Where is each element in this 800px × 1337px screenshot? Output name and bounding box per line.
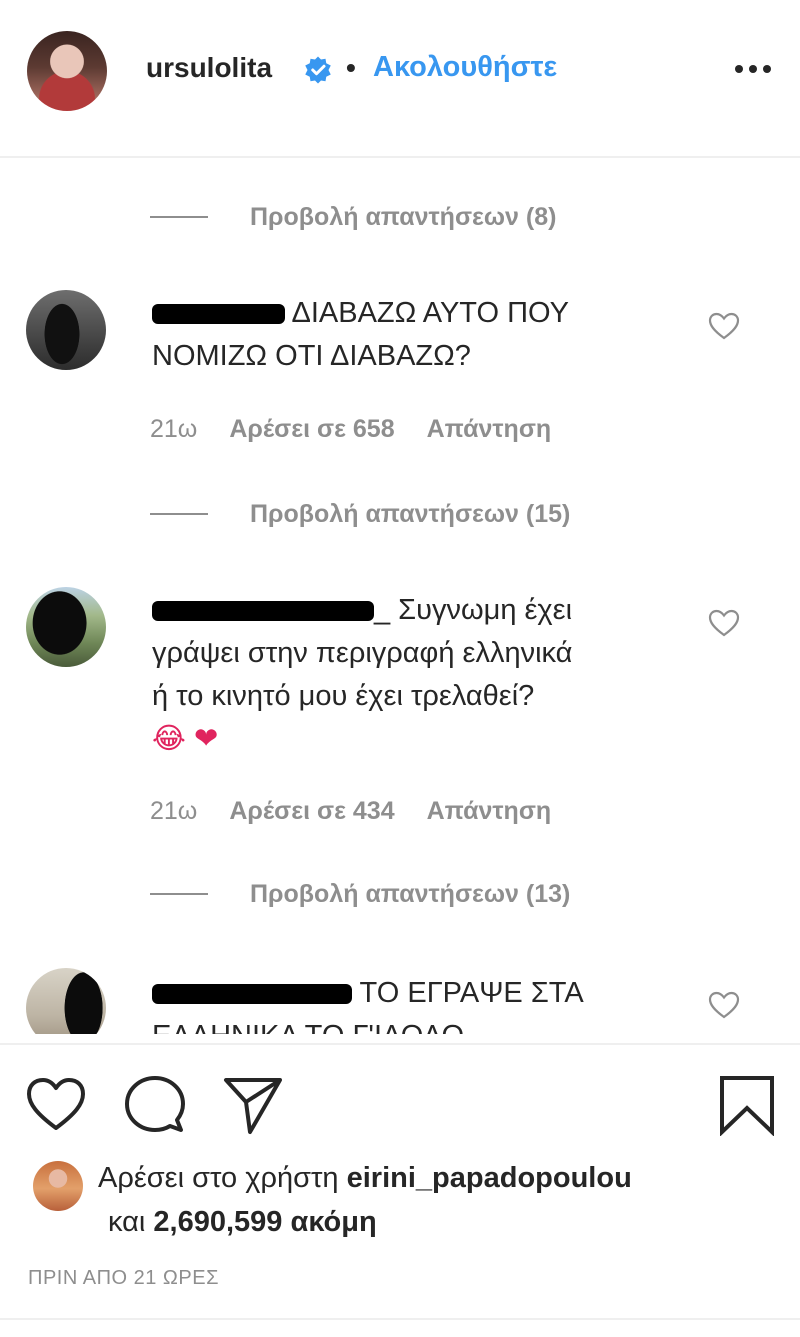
reply-button[interactable]: Απάντηση [427,797,552,826]
comment-text: _ Συγνωμη έχει γράψει στην περιγραφή ελλ… [152,589,672,761]
comment-like-icon[interactable] [707,608,741,638]
comment-meta: 21ω Αρέσει σε 434 Απάντηση [150,797,551,826]
redacted-username [152,984,352,1005]
comment-avatar[interactable] [26,290,106,370]
post-timestamp[interactable]: ΠΡΙΝ ΑΠΟ 21 ΩΡΕΣ [28,1267,219,1290]
reply-button[interactable]: Απάντηση [427,415,552,444]
view-replies-button[interactable]: Προβολή απαντήσεων (13) [150,874,570,914]
comment-likes[interactable]: Αρέσει σε 658 [229,415,394,444]
liked-by-count[interactable]: 2,690,599 [153,1206,282,1238]
liked-by-user[interactable]: eirini_papadopoulou [347,1162,632,1194]
comment-time[interactable]: 21ω [150,797,197,826]
bookmark-icon[interactable] [716,1074,778,1136]
liked-by-avatar[interactable] [33,1161,83,1211]
liked-by-suffix[interactable]: ακόμη [291,1206,377,1238]
liked-by-prefix: Αρέσει στο χρήστη [98,1162,339,1194]
liked-by-line: Αρέσει στο χρήστη eirini_papadopoulou [98,1162,632,1195]
comment-line: ή το κινητό μου έχει τρελαθεί? [152,680,535,712]
comment-like-icon[interactable] [707,311,741,341]
comment-clip: ΤΟ ΕΓΡΑΨΕ ΣΤΑ ΕΛΛΗΝΙΚΑ ΤΟ Γ'ΙΑΟΛΟ [0,950,800,1034]
liked-by-and: και [108,1206,146,1238]
view-replies-label: Προβολή απαντήσεων (15) [250,499,571,528]
more-options-icon[interactable] [733,54,773,84]
share-icon[interactable] [222,1074,284,1136]
separator-dot: • [346,52,356,83]
view-replies-line [150,513,208,515]
comment-avatar[interactable] [26,587,106,667]
comment-likes[interactable]: Αρέσει σε 434 [229,797,394,826]
comment-line: ΕΛΛΗΝΙΚΑ ΤΟ Γ'ΙΑΟΛΟ [152,1020,464,1034]
follow-button[interactable]: Ακολουθήστε [373,51,557,84]
comment-line: γράψει στην περιγραφή ελληνικά [152,637,573,669]
comment-time[interactable]: 21ω [150,415,197,444]
view-replies-line [150,216,208,218]
section-divider [0,1043,800,1045]
comment-emoji: 😂 ❤ [152,723,219,755]
verified-badge-icon [305,56,331,84]
comment-text: ΤΟ ΕΓΡΑΨΕ ΣΤΑ ΕΛΛΗΝΙΚΑ ΤΟ Γ'ΙΑΟΛΟ [152,972,672,1034]
liked-by-count-line: και 2,690,599 ακόμη [108,1206,377,1239]
comment-meta: 21ω Αρέσει σε 658 Απάντηση [150,415,551,444]
bottom-divider [0,1318,800,1320]
author-avatar[interactable] [27,31,107,111]
view-replies-label: Προβολή απαντήσεων (13) [250,879,571,908]
comment-line: ΔΙΑΒΑΖΩ ΑΥΤΟ ΠΟΥ [291,297,570,329]
view-replies-button[interactable]: Προβολή απαντήσεων (8) [150,197,556,237]
comment-line: ΝΟΜΙΖΩ ΟΤΙ ΔΙΑΒΑΖΩ? [152,340,471,372]
comment-avatar[interactable] [26,968,106,1034]
view-replies-line [150,893,208,895]
comment-text: ΔΙΑΒΑΖΩ ΑΥΤΟ ΠΟΥ ΝΟΜΙΖΩ ΟΤΙ ΔΙΑΒΑΖΩ? [152,292,672,378]
author-username[interactable]: ursulolita [146,52,272,84]
redacted-username [152,304,285,325]
comment-line: _ Συγνωμη έχει [374,594,573,626]
comment-line: ΤΟ ΕΓΡΑΨΕ ΣΤΑ [359,977,584,1009]
view-replies-label: Προβολή απαντήσεων (8) [250,202,557,231]
view-replies-button[interactable]: Προβολή απαντήσεων (15) [150,494,570,534]
like-icon[interactable] [25,1074,87,1136]
comment-icon[interactable] [124,1074,186,1136]
comment-like-icon[interactable] [707,990,741,1020]
redacted-username [152,601,374,622]
